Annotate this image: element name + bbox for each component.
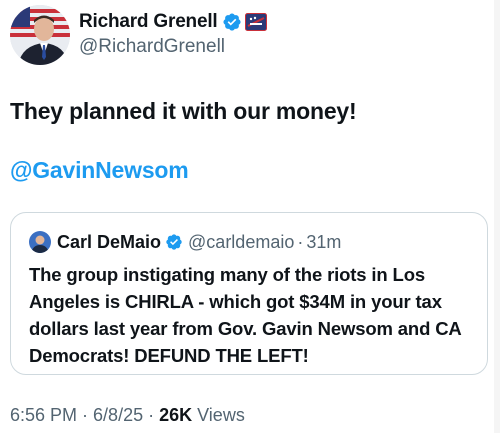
quoted-profile-photo-icon: [29, 231, 51, 253]
quoted-author-avatar[interactable]: [29, 231, 51, 253]
author-name[interactable]: Richard Grenell: [79, 11, 218, 33]
quoted-verified-badge-icon: [165, 233, 183, 251]
views-count: 26K: [159, 404, 193, 425]
affiliation-badge-icon[interactable]: [244, 13, 267, 31]
scrollbar-track[interactable]: [494, 0, 500, 433]
quoted-tweet-card[interactable]: Carl DeMaio @carldemaio · 31m The group …: [10, 212, 488, 375]
views-label: Views: [197, 404, 245, 425]
quoted-author-name[interactable]: Carl DeMaio: [57, 232, 161, 253]
quoted-separator: ·: [297, 231, 304, 252]
author-name-row: Richard Grenell: [79, 9, 267, 35]
tweet-time[interactable]: 6:56 PM: [10, 405, 77, 426]
author-handle[interactable]: @RichardGrenell: [79, 35, 225, 59]
tweet-mention-link[interactable]: @GavinNewsom: [10, 155, 189, 185]
profile-photo-icon: [10, 5, 70, 65]
quoted-tweet-text: The group instigating many of the riots …: [29, 264, 461, 366]
quoted-tweet-header: Carl DeMaio @carldemaio · 31m: [29, 230, 341, 254]
verified-badge-icon: [222, 12, 242, 32]
tweet-text: They planned it with our money!: [10, 98, 357, 124]
quoted-timestamp[interactable]: 31m: [306, 232, 341, 253]
quoted-author-handle[interactable]: @carldemaio: [188, 232, 294, 253]
author-avatar[interactable]: [10, 5, 70, 65]
tweet-date[interactable]: 6/8/25: [93, 405, 143, 426]
footer-separator-2: ·: [148, 404, 155, 425]
tweet-footer: 6:56 PM · 6/8/25 · 26K Views: [10, 402, 245, 428]
footer-separator: ·: [82, 404, 89, 425]
